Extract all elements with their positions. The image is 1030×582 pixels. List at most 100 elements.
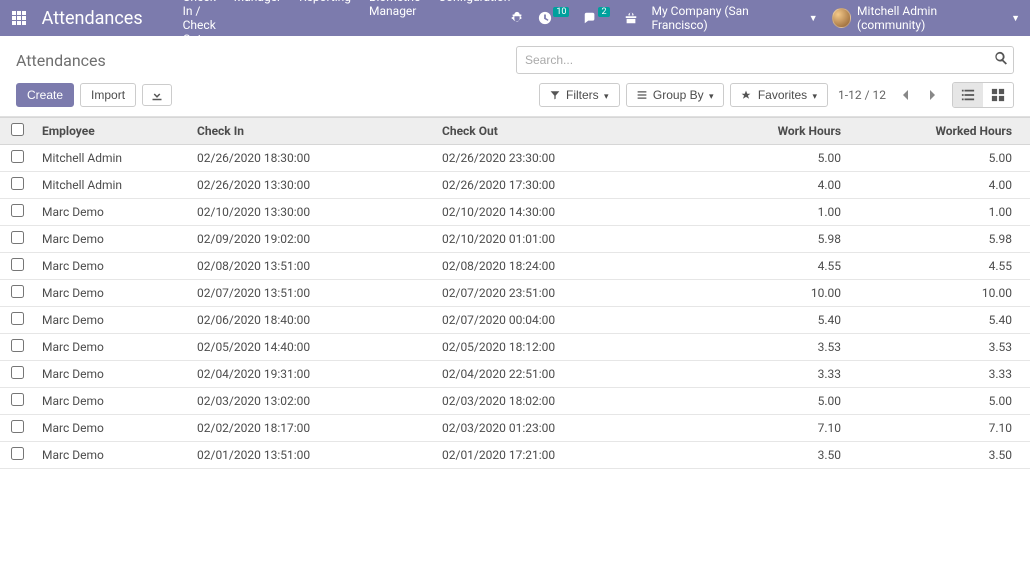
nav-menu: Check In / Check Out Manager Reporting B… — [183, 0, 511, 46]
cell-checkout: 02/10/2020 14:30:00 — [434, 199, 679, 226]
view-kanban[interactable] — [983, 83, 1013, 107]
cell-checkin: 02/10/2020 13:30:00 — [189, 199, 434, 226]
cell-checkout: 02/04/2020 22:51:00 — [434, 361, 679, 388]
cell-checkin: 02/05/2020 14:40:00 — [189, 334, 434, 361]
cell-checkin: 02/01/2020 13:51:00 — [189, 442, 434, 469]
activities-icon[interactable]: 10 — [538, 11, 569, 25]
create-button[interactable]: Create — [16, 83, 74, 107]
cell-checkout: 02/10/2020 01:01:00 — [434, 226, 679, 253]
app-title[interactable]: Attendances — [42, 8, 143, 29]
cell-employee: Marc Demo — [34, 334, 189, 361]
pager-range: 1-12 / 12 — [838, 88, 886, 102]
menu-reporting[interactable]: Reporting — [299, 0, 351, 46]
cell-worked-hours: 5.98 — [849, 226, 1030, 253]
menu-manager[interactable]: Manager — [234, 0, 281, 46]
download-button[interactable] — [142, 84, 172, 106]
table-row[interactable]: Marc Demo02/02/2020 18:17:0002/03/2020 0… — [0, 415, 1030, 442]
cell-employee: Mitchell Admin — [34, 172, 189, 199]
cell-worked-hours: 5.40 — [849, 307, 1030, 334]
row-checkbox[interactable] — [11, 177, 24, 190]
nav-right: 10 2 My Company (San Francisco) ▼ Mitche… — [510, 4, 1020, 32]
cell-employee: Mitchell Admin — [34, 145, 189, 172]
row-checkbox[interactable] — [11, 285, 24, 298]
select-all-checkbox[interactable] — [11, 123, 24, 136]
table-row[interactable]: Marc Demo02/10/2020 13:30:0002/10/2020 1… — [0, 199, 1030, 226]
cell-checkout: 02/07/2020 00:04:00 — [434, 307, 679, 334]
menu-configuration[interactable]: Configuration — [438, 0, 510, 46]
cell-employee: Marc Demo — [34, 253, 189, 280]
cell-checkin: 02/26/2020 18:30:00 — [189, 145, 434, 172]
company-name: My Company (San Francisco) — [652, 4, 803, 32]
table-header-row: Employee Check In Check Out Work Hours W… — [0, 118, 1030, 145]
discuss-badge: 2 — [598, 7, 609, 17]
filters-button[interactable]: Filters ▾ — [539, 83, 620, 107]
table-row[interactable]: Marc Demo02/05/2020 14:40:0002/05/2020 1… — [0, 334, 1030, 361]
pager-next[interactable] — [924, 87, 942, 103]
row-checkbox[interactable] — [11, 312, 24, 325]
cell-worked-hours: 7.10 — [849, 415, 1030, 442]
table-row[interactable]: Marc Demo02/08/2020 13:51:0002/08/2020 1… — [0, 253, 1030, 280]
col-work-hours[interactable]: Work Hours — [679, 118, 849, 145]
search-input[interactable] — [516, 46, 1014, 74]
cell-checkout: 02/05/2020 18:12:00 — [434, 334, 679, 361]
col-checkout[interactable]: Check Out — [434, 118, 679, 145]
table-row[interactable]: Marc Demo02/04/2020 19:31:0002/04/2020 2… — [0, 361, 1030, 388]
cell-checkin: 02/02/2020 18:17:00 — [189, 415, 434, 442]
row-checkbox[interactable] — [11, 258, 24, 271]
user-menu[interactable]: Mitchell Admin (community) ▼ — [832, 4, 1020, 32]
row-checkbox[interactable] — [11, 366, 24, 379]
table-row[interactable]: Mitchell Admin02/26/2020 18:30:0002/26/2… — [0, 145, 1030, 172]
data-table: Employee Check In Check Out Work Hours W… — [0, 116, 1030, 469]
discuss-icon[interactable]: 2 — [583, 11, 609, 25]
col-checkin[interactable]: Check In — [189, 118, 434, 145]
table-row[interactable]: Mitchell Admin02/26/2020 13:30:0002/26/2… — [0, 172, 1030, 199]
table-row[interactable]: Marc Demo02/06/2020 18:40:0002/07/2020 0… — [0, 307, 1030, 334]
apps-icon[interactable] — [10, 9, 28, 27]
caret-down-icon: ▾ — [604, 91, 609, 101]
cell-checkout: 02/26/2020 17:30:00 — [434, 172, 679, 199]
col-employee[interactable]: Employee — [34, 118, 189, 145]
table-row[interactable]: Marc Demo02/07/2020 13:51:0002/07/2020 2… — [0, 280, 1030, 307]
cell-checkout: 02/03/2020 18:02:00 — [434, 388, 679, 415]
view-list[interactable] — [953, 83, 983, 107]
pager: 1-12 / 12 — [838, 87, 942, 103]
row-checkbox[interactable] — [11, 420, 24, 433]
filters-label: Filters — [566, 88, 599, 102]
search-icon[interactable] — [994, 51, 1008, 65]
table-row[interactable]: Marc Demo02/03/2020 13:02:0002/03/2020 1… — [0, 388, 1030, 415]
row-checkbox[interactable] — [11, 339, 24, 352]
row-checkbox[interactable] — [11, 231, 24, 244]
control-bar: Attendances — [0, 36, 1030, 74]
user-name: Mitchell Admin (community) — [857, 4, 1003, 32]
table-row[interactable]: Marc Demo02/01/2020 13:51:0002/01/2020 1… — [0, 442, 1030, 469]
import-button[interactable]: Import — [80, 83, 136, 107]
cell-checkin: 02/04/2020 19:31:00 — [189, 361, 434, 388]
cell-employee: Marc Demo — [34, 361, 189, 388]
menu-biometric-manager[interactable]: Biometric Manager — [369, 0, 420, 46]
cell-checkout: 02/07/2020 23:51:00 — [434, 280, 679, 307]
menu-checkin-checkout[interactable]: Check In / Check Out — [183, 0, 216, 46]
cell-employee: Marc Demo — [34, 280, 189, 307]
groupby-button[interactable]: Group By ▾ — [626, 83, 725, 107]
gift-icon[interactable] — [624, 11, 638, 25]
cell-employee: Marc Demo — [34, 226, 189, 253]
row-checkbox[interactable] — [11, 204, 24, 217]
bug-icon[interactable] — [510, 11, 524, 25]
cell-employee: Marc Demo — [34, 415, 189, 442]
caret-down-icon: ▾ — [813, 91, 818, 101]
pager-prev[interactable] — [896, 87, 914, 103]
caret-down-icon: ▾ — [709, 91, 714, 101]
avatar — [832, 8, 851, 28]
col-worked-hours[interactable]: Worked Hours — [849, 118, 1030, 145]
cell-worked-hours: 4.00 — [849, 172, 1030, 199]
favorites-button[interactable]: Favorites ▾ — [730, 83, 828, 107]
cell-work-hours: 4.55 — [679, 253, 849, 280]
row-checkbox[interactable] — [11, 150, 24, 163]
cell-work-hours: 4.00 — [679, 172, 849, 199]
company-switcher[interactable]: My Company (San Francisco) ▼ — [652, 4, 818, 32]
row-checkbox[interactable] — [11, 447, 24, 460]
row-checkbox[interactable] — [11, 393, 24, 406]
cell-work-hours: 10.00 — [679, 280, 849, 307]
table-row[interactable]: Marc Demo02/09/2020 19:02:0002/10/2020 0… — [0, 226, 1030, 253]
cell-checkin: 02/26/2020 13:30:00 — [189, 172, 434, 199]
